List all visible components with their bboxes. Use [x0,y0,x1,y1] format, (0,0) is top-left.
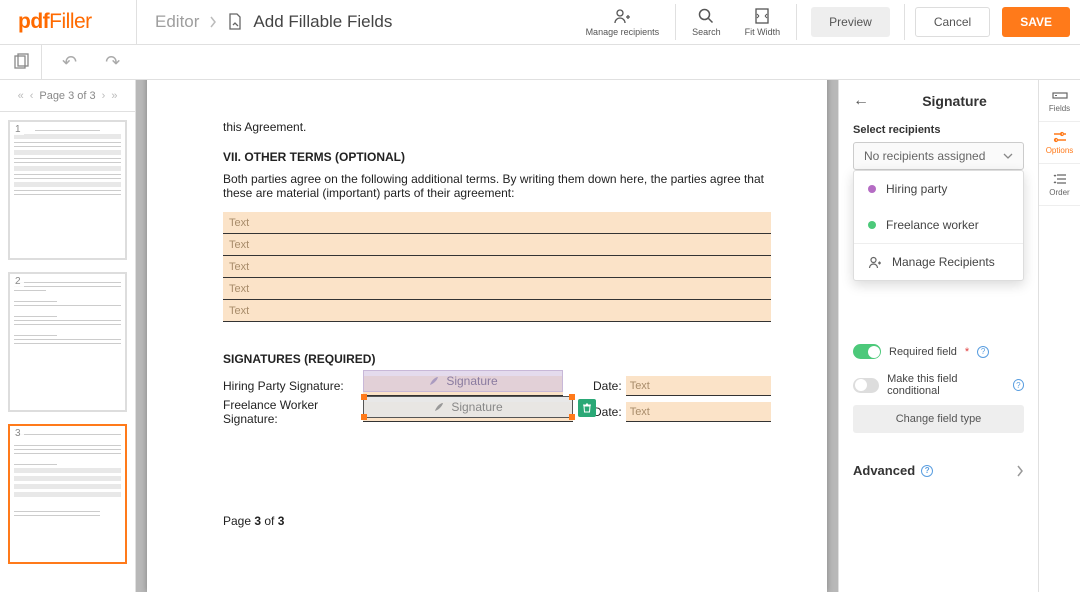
recipients-select[interactable]: No recipients assigned [853,142,1024,170]
section-7-heading: VII. OTHER TERMS (OPTIONAL) [223,150,771,164]
info-icon[interactable]: ? [977,346,989,358]
feather-icon [428,375,440,387]
recipient-dot-icon [868,185,876,193]
change-field-type-button[interactable]: Change field type [853,405,1024,433]
recipients-dropdown: Hiring party Freelance worker Manage Rec… [853,170,1024,281]
search-icon [697,7,715,25]
required-label: Required field [889,346,957,358]
resize-handle[interactable] [569,394,575,400]
page-next[interactable]: › [102,90,106,102]
trash-icon [582,403,592,413]
rail-order[interactable]: Order [1039,164,1080,206]
options-icon [1052,130,1068,144]
page-first[interactable]: « [18,90,24,102]
recipient-option-hiring[interactable]: Hiring party [854,171,1023,207]
thumb-page-1[interactable]: 1 [8,120,127,260]
info-icon[interactable]: ? [921,465,933,477]
text-field-3[interactable]: Text [223,256,771,278]
rail-options[interactable]: Options [1039,122,1080,164]
thumb-page-3[interactable]: 3 [8,424,127,564]
conditional-label: Make this field conditional [887,373,1005,397]
text-field-5[interactable]: Text [223,300,771,322]
signature-overlay-hiring[interactable]: Signature [363,370,563,392]
rail-fields[interactable]: Fields [1039,80,1080,122]
order-icon [1052,172,1068,186]
select-recipients-label: Select recipients [853,124,1024,136]
fit-width-tool[interactable]: Fit Width [733,7,793,37]
date-label-2: Date: [593,405,622,419]
manage-recipients-tool[interactable]: Manage recipients [574,7,672,37]
breadcrumb-editor[interactable]: Editor [155,12,199,32]
page-indicator: Page 3 of 3 [39,90,95,102]
resize-handle[interactable] [361,414,367,420]
freelance-signature-field[interactable]: Signature [363,402,573,422]
resize-handle[interactable] [361,394,367,400]
date-label-1: Date: [593,379,622,393]
fields-icon [1052,88,1068,102]
hiring-signature-label: Hiring Party Signature: [223,379,363,393]
chevron-right-icon [1016,465,1024,477]
resize-handle[interactable] [569,414,575,420]
panel-title: Signature [885,93,1024,109]
date-field-2[interactable]: Text [626,402,771,422]
manage-recipients-option[interactable]: Manage Recipients [854,244,1023,280]
page-count: Page 3 of 3 [223,514,771,528]
document-page[interactable]: this Agreement. VII. OTHER TERMS (OPTION… [147,80,827,592]
preview-button[interactable]: Preview [811,7,890,37]
signatures-heading: SIGNATURES (REQUIRED) [223,352,771,366]
breadcrumb: Editor Add Fillable Fields [136,0,392,44]
delete-field-button[interactable] [578,399,596,417]
pages-toggle[interactable] [0,45,42,79]
signature-overlay-freelance-selected[interactable]: Signature [363,396,573,418]
page-prev[interactable]: ‹ [30,90,34,102]
trailing-line: this Agreement. [223,120,771,134]
text-field-1[interactable]: Text [223,212,771,234]
date-field-1[interactable]: Text [626,376,771,396]
page-title: Add Fillable Fields [253,12,392,32]
cancel-button[interactable]: Cancel [915,7,990,37]
back-button[interactable]: ← [853,92,869,110]
add-field-icon [227,13,243,31]
recipient-dot-icon [868,221,876,229]
search-tool[interactable]: Search [680,7,733,37]
people-icon [613,7,631,25]
required-star: * [965,346,969,358]
fit-width-icon [753,7,771,25]
properties-panel: ← Signature Select recipients No recipie… [838,80,1038,592]
hiring-signature-field[interactable]: Signature [363,376,563,396]
recipient-option-freelance[interactable]: Freelance worker [854,207,1023,243]
pages-icon [12,53,30,71]
redo-button[interactable]: ↷ [105,52,120,73]
save-button[interactable]: SAVE [1002,7,1070,37]
text-field-2[interactable]: Text [223,234,771,256]
required-toggle[interactable] [853,344,881,359]
logo[interactable]: pdfFiller [0,10,136,34]
conditional-toggle[interactable] [853,378,879,393]
text-field-4[interactable]: Text [223,278,771,300]
feather-icon [433,401,445,413]
advanced-section[interactable]: Advanced? [853,463,1024,478]
thumb-page-2[interactable]: 2 [8,272,127,412]
people-icon [868,255,882,269]
chevron-right-icon [209,16,217,28]
info-icon[interactable]: ? [1013,379,1024,391]
chevron-down-icon [1003,153,1013,159]
page-last[interactable]: » [111,90,117,102]
page-nav: « ‹ Page 3 of 3 › » [0,80,135,112]
undo-button[interactable]: ↶ [62,52,77,73]
section-7-body: Both parties agree on the following addi… [223,172,771,200]
freelance-signature-label: Freelance Worker Signature: [223,398,363,426]
